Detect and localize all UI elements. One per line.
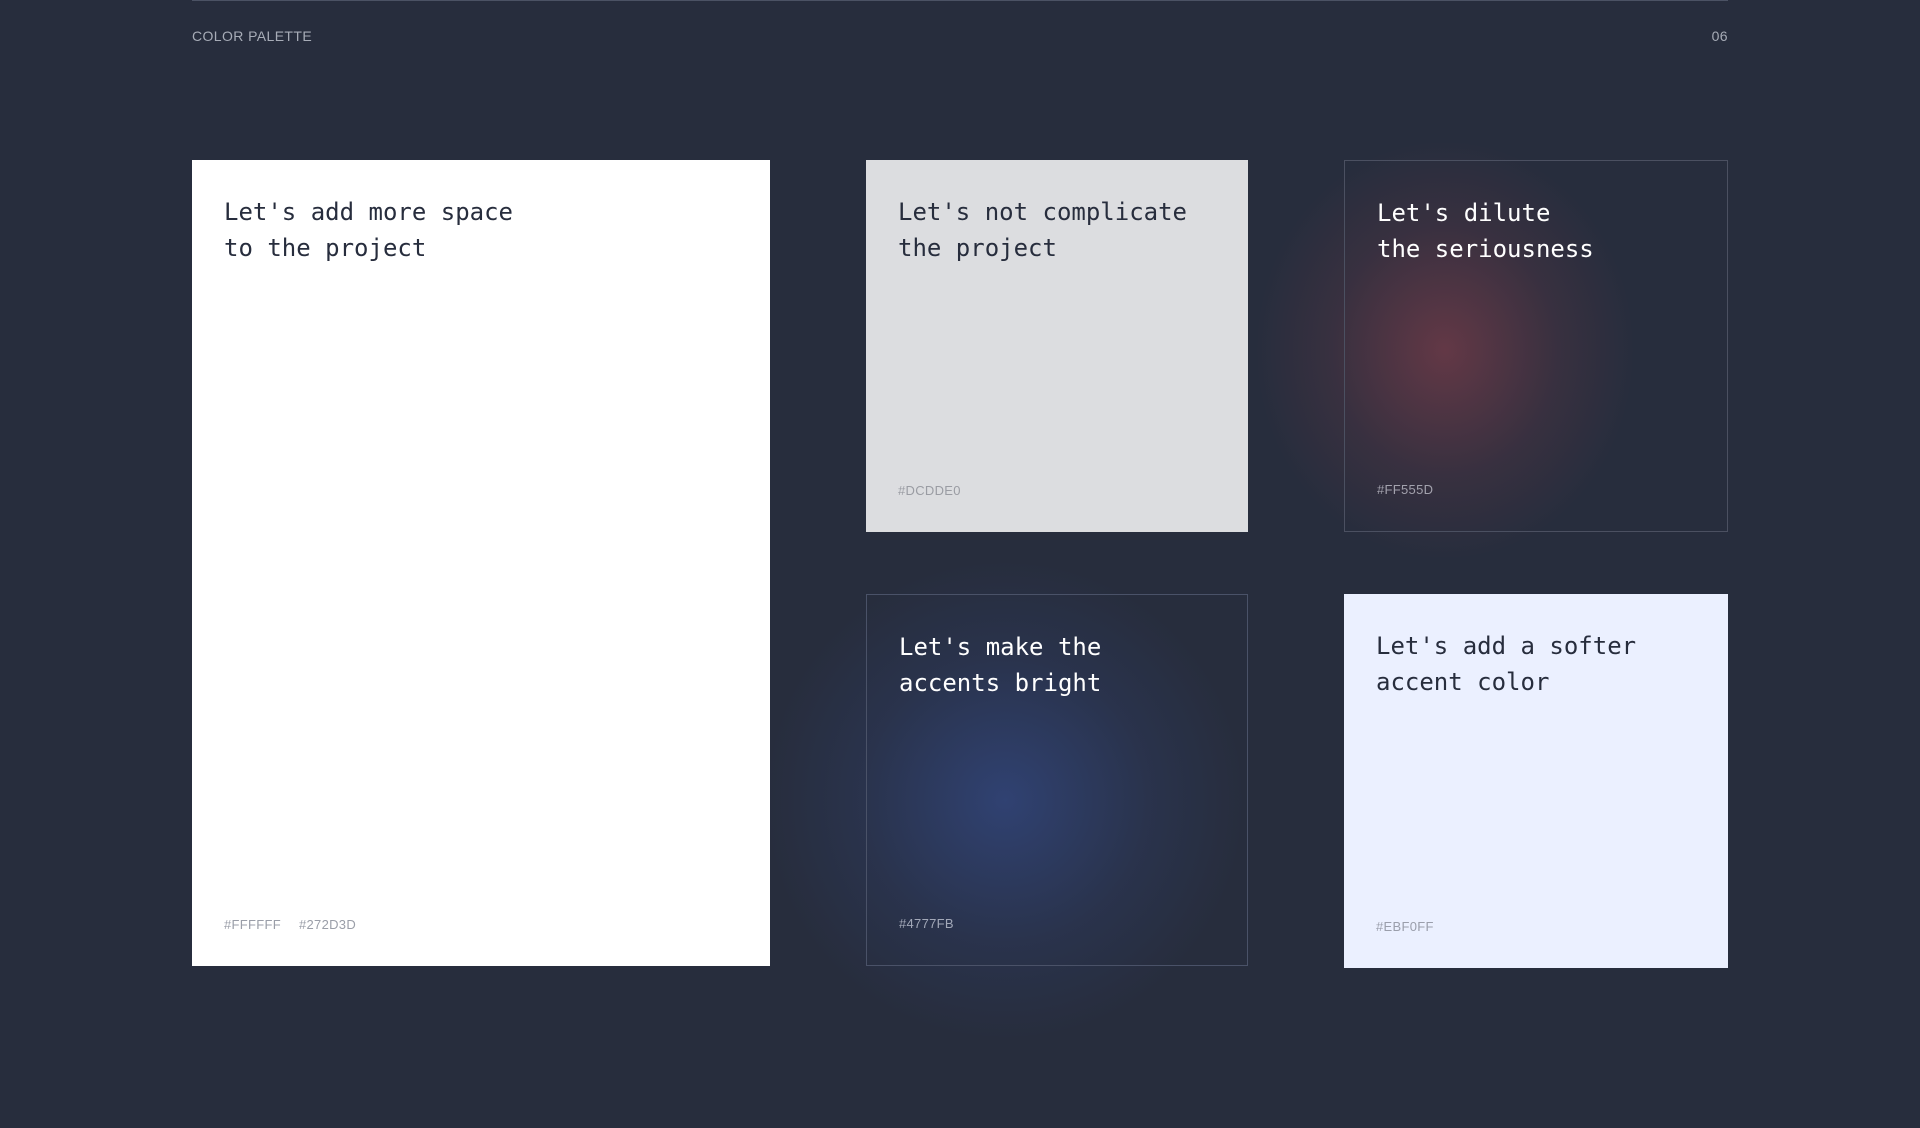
swatch-card-blue: Let's make the accents bright #4777FB xyxy=(866,594,1248,966)
swatch-codes: #EBF0FF xyxy=(1376,919,1434,934)
swatch-title: Let's add more space to the project xyxy=(224,198,513,262)
hex-code: #FFFFFF xyxy=(224,917,281,932)
swatch-title: Let's make the accents bright xyxy=(899,633,1102,697)
swatch-codes: #FF555D xyxy=(1377,482,1433,497)
hex-code: #EBF0FF xyxy=(1376,919,1434,934)
hex-code: #4777FB xyxy=(899,916,954,931)
top-divider xyxy=(192,0,1728,1)
swatch-card-red: Let's dilute the seriousness #FF555D xyxy=(1344,160,1728,532)
hex-code: #272D3D xyxy=(298,917,357,932)
hex-code: #FF555D xyxy=(1377,482,1434,497)
swatch-codes: #FFFFFF #272D3D xyxy=(224,917,356,932)
swatch-title: Let's not complicate the project xyxy=(898,198,1187,262)
swatch-codes: #DCDDE0 xyxy=(898,483,961,498)
swatch-title: Let's add a softer accent color xyxy=(1376,632,1637,696)
swatch-card-white: Let's add more space to the project #FFF… xyxy=(192,160,770,966)
swatch-card-lavender: Let's add a softer accent color #EBF0FF xyxy=(1344,594,1728,968)
hex-code: #DCDDE0 xyxy=(898,483,961,498)
page-number: 06 xyxy=(1711,28,1728,44)
swatch-card-gray: Let's not complicate the project #DCDDE0 xyxy=(866,160,1248,532)
swatch-title: Let's dilute the seriousness xyxy=(1377,199,1594,263)
swatch-codes: #4777FB xyxy=(899,916,954,931)
section-label: COLOR PALETTE xyxy=(192,28,313,44)
